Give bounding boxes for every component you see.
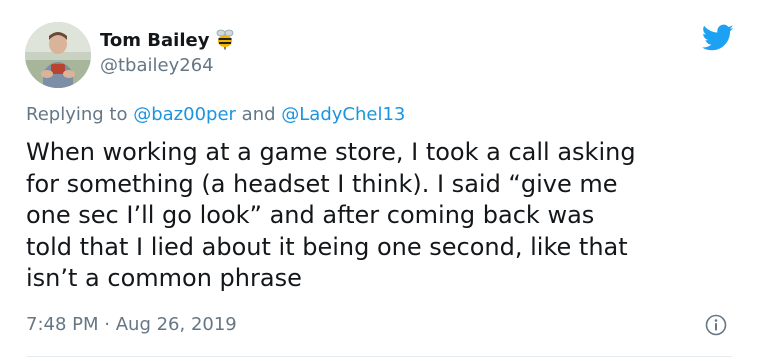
reply-mention-link[interactable]: @LadyChel13: [281, 104, 405, 125]
author-display-name[interactable]: Tom Bailey: [100, 30, 209, 51]
tweet-timestamp[interactable]: 7:48 PM · Aug 26, 2019: [26, 314, 237, 335]
tweet-text-line: told that I lied about it being one seco…: [26, 232, 628, 261]
tweet-date[interactable]: Aug 26, 2019: [116, 314, 237, 335]
author-name-row[interactable]: Tom Bailey: [100, 26, 237, 54]
author-handle[interactable]: @tbailey264: [100, 55, 214, 76]
avatar-photo: [25, 22, 91, 88]
info-icon[interactable]: [705, 314, 727, 336]
tweet-text-line: When working at a game store, I took a c…: [26, 138, 636, 166]
twitter-logo-icon[interactable]: [701, 24, 734, 52]
bee-icon: [213, 26, 237, 54]
reply-mention-link[interactable]: @baz00per: [133, 104, 236, 125]
reply-joiner: and: [241, 104, 276, 125]
divider: [26, 356, 732, 357]
tweet-text: When working at a game store, I took a c…: [26, 137, 736, 295]
tweet-card: Tom Bailey @tbailey264 Replying to @baz0…: [0, 0, 758, 361]
tweet-time[interactable]: 7:48 PM: [26, 314, 99, 335]
meta-separator: ·: [104, 314, 110, 335]
avatar[interactable]: [25, 22, 91, 88]
reply-prefix: Replying to: [26, 104, 128, 125]
tweet-text-line: one sec I’ll go look” and after coming b…: [26, 201, 595, 229]
tweet-text-line: isn’t a common phrase: [26, 264, 302, 292]
replying-to-line: Replying to @baz00per and @LadyChel13: [26, 104, 405, 125]
tweet-text-line: for something (a headset I think). I sai…: [26, 169, 618, 198]
